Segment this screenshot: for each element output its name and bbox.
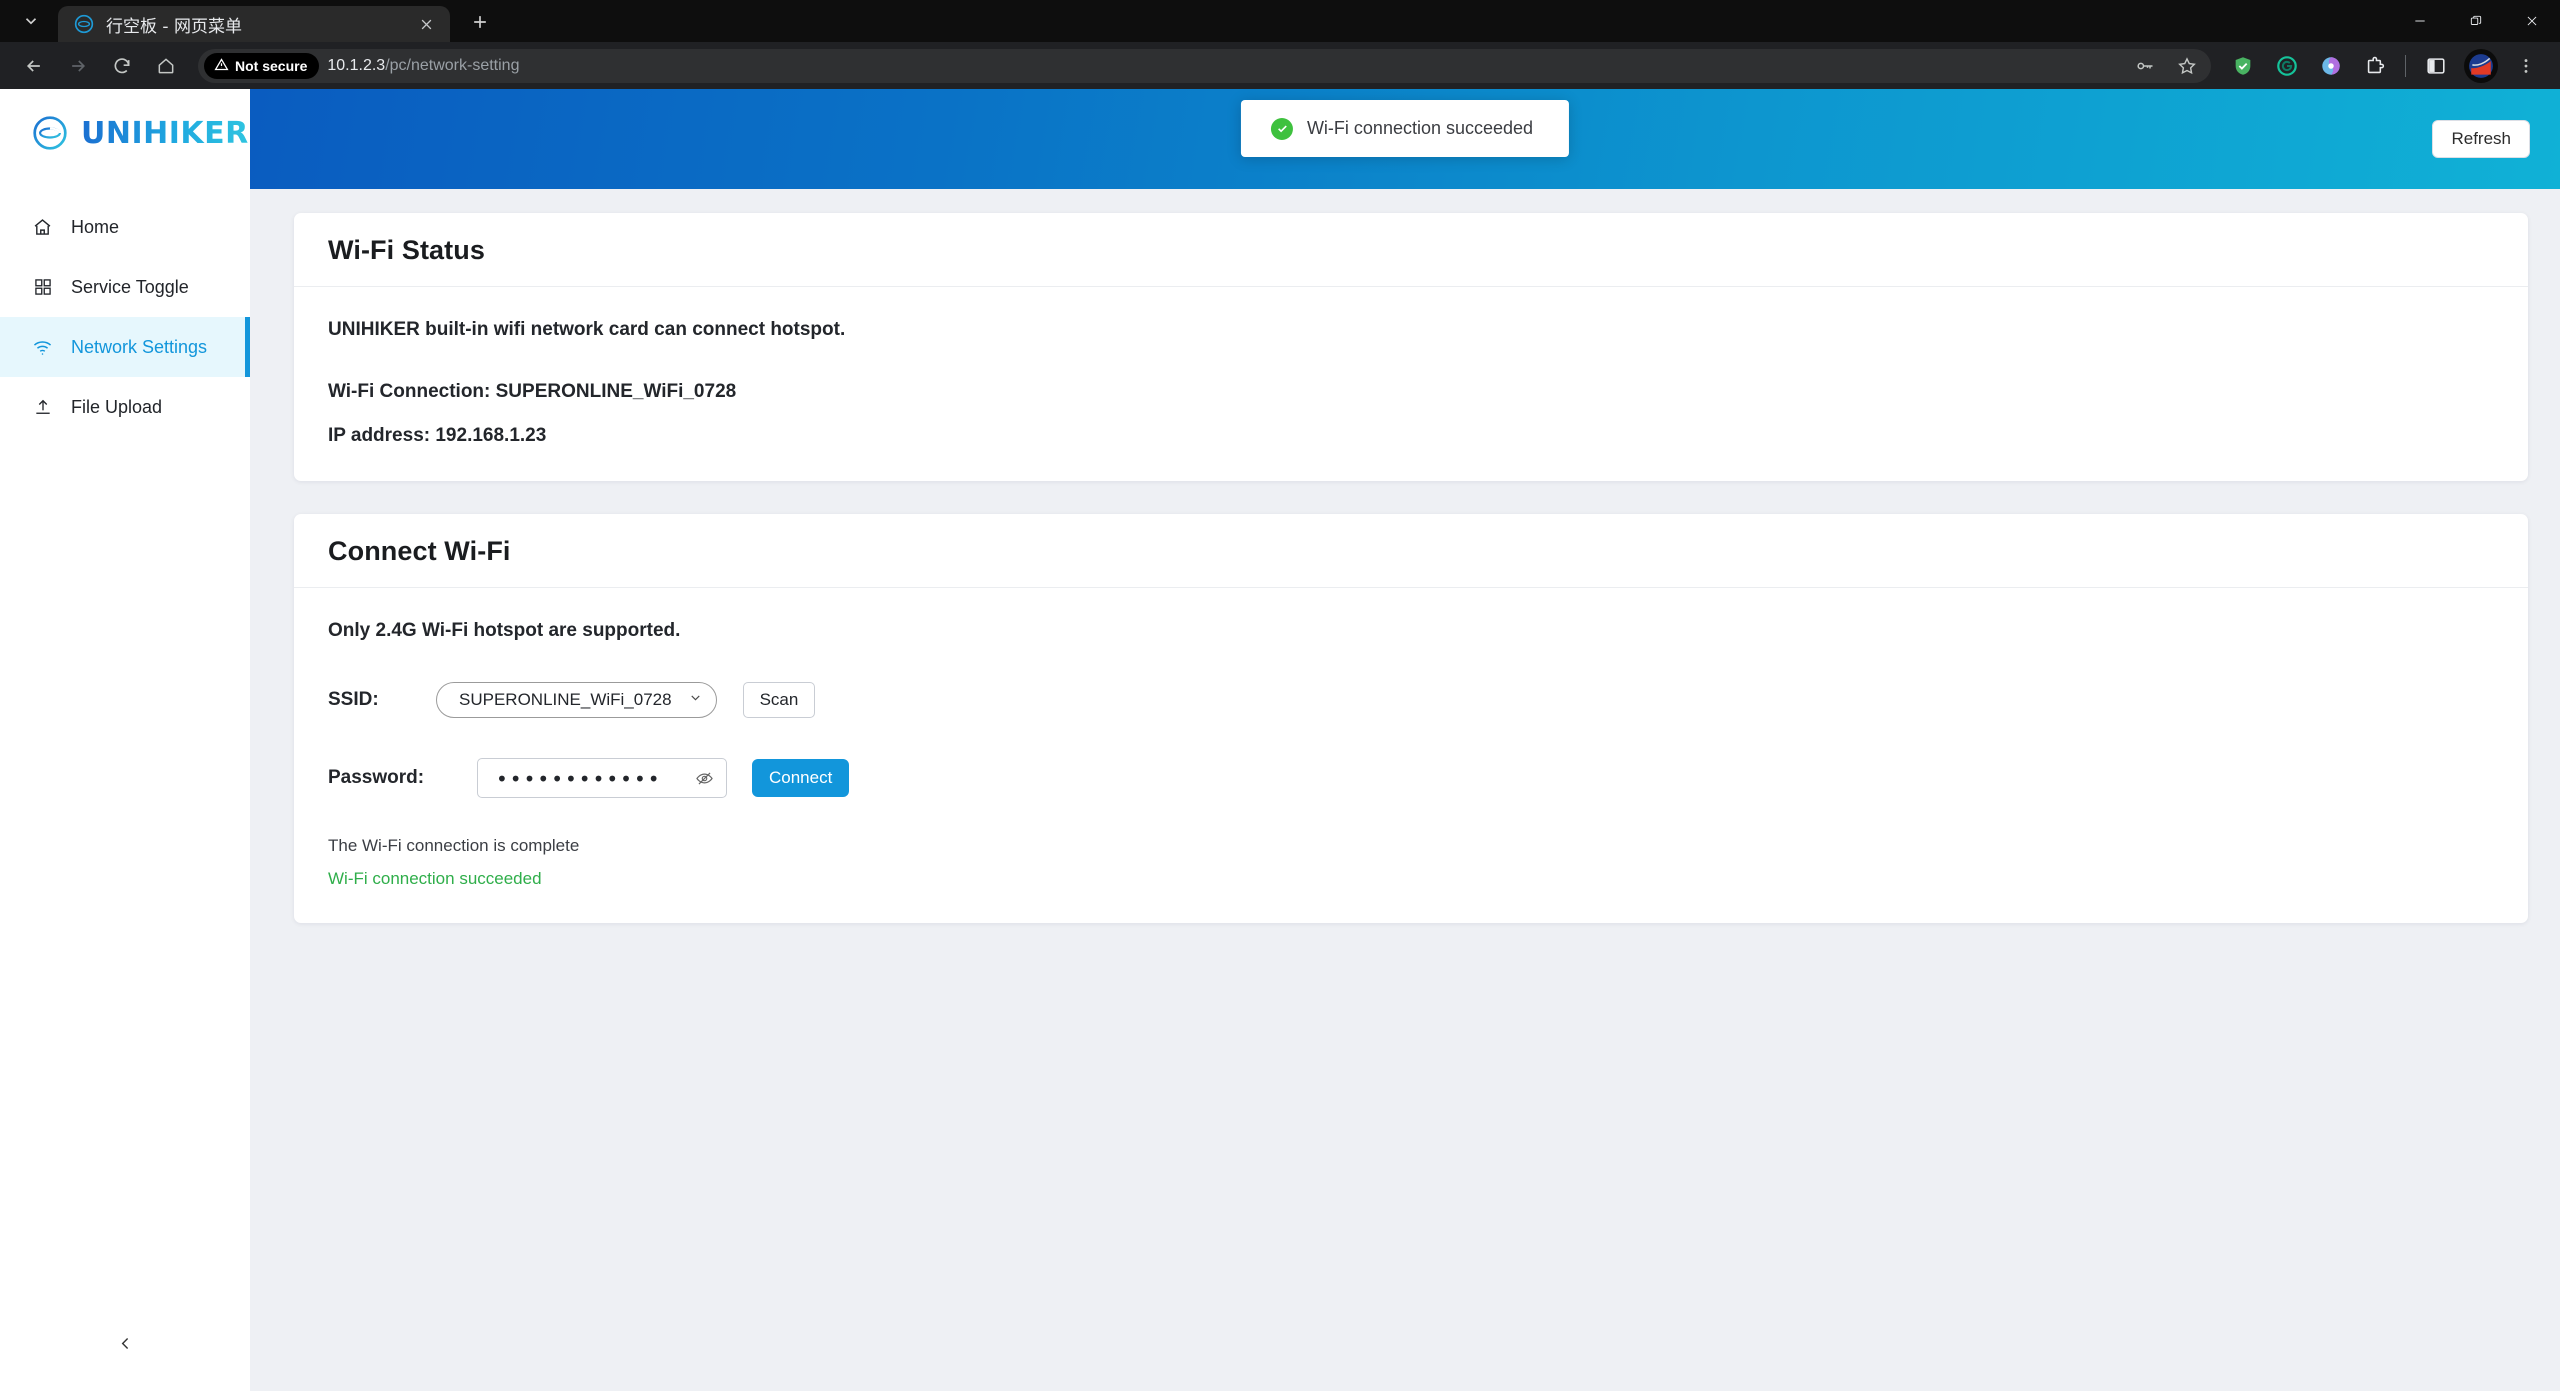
grid-icon: [32, 277, 53, 298]
wifi-ip-line: IP address: 192.168.1.23: [328, 425, 547, 446]
security-badge[interactable]: Not secure: [204, 52, 320, 79]
browser-tab[interactable]: 行空板 - 网页菜单: [58, 6, 450, 42]
wifi-status-card-body: UNIHIKER built-in wifi network card can …: [294, 287, 2528, 481]
brand-logo[interactable]: UNIHIKER: [0, 89, 250, 177]
warning-triangle-icon: [214, 57, 229, 75]
content-area: Wi-Fi Status UNIHIKER built-in wifi netw…: [250, 189, 2560, 1391]
sidebar-collapse-button[interactable]: [0, 1326, 250, 1366]
unihiker-logo-icon: [74, 14, 94, 34]
omnibox-actions: [2125, 46, 2207, 86]
sidebar-item-service-toggle[interactable]: Service Toggle: [0, 257, 250, 317]
tab-search-button[interactable]: [8, 0, 54, 42]
url-text: 10.1.2.3/pc/network-setting: [327, 57, 519, 75]
password-value: ••••••••••••: [496, 767, 662, 791]
side-panel-icon[interactable]: [2416, 46, 2456, 86]
new-tab-button[interactable]: [460, 2, 500, 42]
window-minimize-button[interactable]: [2392, 0, 2448, 42]
connect-wifi-note: Only 2.4G Wi-Fi hotspot are supported.: [328, 620, 681, 641]
wifi-status-card: Wi-Fi Status UNIHIKER built-in wifi netw…: [294, 213, 2528, 481]
sidebar-item-network-settings[interactable]: Network Settings: [0, 317, 250, 377]
eye-off-icon[interactable]: [695, 769, 714, 788]
main-content: Wi-Fi connection succeeded Refresh Wi-Fi…: [250, 89, 2560, 1391]
page-header-bar: Wi-Fi connection succeeded Refresh: [250, 89, 2560, 189]
security-label: Not secure: [235, 57, 308, 74]
brand-name: UNIHIKER: [81, 115, 249, 151]
chevron-down-icon: [688, 690, 703, 710]
password-label: Password:: [328, 767, 425, 788]
refresh-button[interactable]: Refresh: [2432, 120, 2530, 158]
connect-wifi-card-header: Connect Wi-Fi: [294, 514, 2528, 588]
connect-wifi-title: Connect Wi-Fi: [328, 536, 511, 566]
home-button[interactable]: [146, 46, 186, 86]
connect-wifi-card: Connect Wi-Fi Only 2.4G Wi-Fi hotspot ar…: [294, 514, 2528, 923]
sidebar: UNIHIKER Home Service Toggle Network Set…: [0, 89, 250, 1391]
window-restore-button[interactable]: [2448, 0, 2504, 42]
address-bar[interactable]: Not secure 10.1.2.3/pc/network-setting: [198, 46, 2211, 86]
key-icon[interactable]: [2125, 46, 2165, 86]
browser-toolbar: Not secure 10.1.2.3/pc/network-setting: [0, 42, 2560, 89]
sidebar-item-label: Network Settings: [71, 336, 208, 357]
connection-message-success: Wi-Fi connection succeeded: [328, 869, 542, 888]
window-controls: [2392, 0, 2560, 42]
wifi-status-card-header: Wi-Fi Status: [294, 213, 2528, 287]
password-row: Password: •••••••••••• Connect: [328, 758, 2494, 798]
ssid-select[interactable]: SUPERONLINE_WiFi_0728: [436, 682, 717, 718]
toolbar-divider: [2405, 54, 2406, 77]
tab-title: 行空板 - 网页菜单: [106, 16, 242, 37]
connect-wifi-card-body: Only 2.4G Wi-Fi hotspot are supported. S…: [294, 588, 2528, 923]
tab-strip: 行空板 - 网页菜单: [0, 0, 2560, 42]
password-input[interactable]: ••••••••••••: [477, 758, 727, 798]
sidebar-nav: Home Service Toggle Network Settings Fil…: [0, 197, 250, 437]
browser-window: 行空板 - 网页菜单 Not secure 10.1.2.3/pc/networ…: [0, 0, 2560, 1391]
wifi-connection-line: Wi-Fi Connection: SUPERONLINE_WiFi_0728: [328, 381, 737, 402]
url-host: 10.1.2.3: [327, 56, 386, 74]
profile-avatar-icon[interactable]: [2464, 48, 2498, 83]
sidebar-item-home[interactable]: Home: [0, 197, 250, 257]
sidebar-item-label: File Upload: [71, 396, 163, 417]
scan-button[interactable]: Scan: [742, 682, 816, 718]
ssid-selected-value: SUPERONLINE_WiFi_0728: [459, 690, 672, 709]
window-close-button[interactable]: [2504, 0, 2560, 42]
copilot-icon[interactable]: [2311, 46, 2351, 86]
page-viewport: UNIHIKER Home Service Toggle Network Set…: [0, 89, 2560, 1391]
toast-notification: Wi-Fi connection succeeded: [1240, 100, 1570, 157]
wifi-status-description: UNIHIKER built-in wifi network card can …: [328, 319, 846, 340]
extensions-puzzle-icon[interactable]: [2355, 46, 2395, 86]
sidebar-item-label: Home: [71, 216, 120, 237]
back-button[interactable]: [14, 46, 54, 86]
three-dots-menu-icon[interactable]: [2506, 46, 2546, 86]
tab-close-icon[interactable]: [412, 10, 440, 38]
grammarly-icon[interactable]: [2267, 46, 2307, 86]
reload-button[interactable]: [102, 46, 142, 86]
unihiker-logo-icon: [32, 115, 68, 151]
toast-message: Wi-Fi connection succeeded: [1306, 118, 1534, 138]
wifi-icon: [32, 337, 53, 358]
connection-messages: The Wi-Fi connection is complete Wi-Fi c…: [328, 836, 2494, 889]
page-title: Wi-Fi Status: [328, 235, 485, 265]
upload-icon: [32, 397, 53, 418]
url-path: /pc/network-setting: [385, 56, 520, 74]
adblock-shield-icon[interactable]: [2223, 46, 2263, 86]
check-circle-icon: [1270, 117, 1293, 140]
sidebar-item-label: Service Toggle: [71, 276, 189, 297]
ssid-row: SSID: SUPERONLINE_WiFi_0728 Scan: [328, 682, 2494, 718]
connection-message-neutral: The Wi-Fi connection is complete: [328, 836, 580, 855]
chevron-left-icon: [117, 1335, 134, 1357]
forward-button[interactable]: [58, 46, 98, 86]
wifi-status-details: Wi-Fi Connection: SUPERONLINE_WiFi_0728 …: [328, 381, 2494, 447]
ssid-label: SSID:: [328, 689, 379, 710]
sidebar-item-file-upload[interactable]: File Upload: [0, 377, 250, 437]
connect-button[interactable]: Connect: [752, 759, 850, 797]
star-icon[interactable]: [2167, 46, 2207, 86]
home-icon: [32, 217, 53, 238]
